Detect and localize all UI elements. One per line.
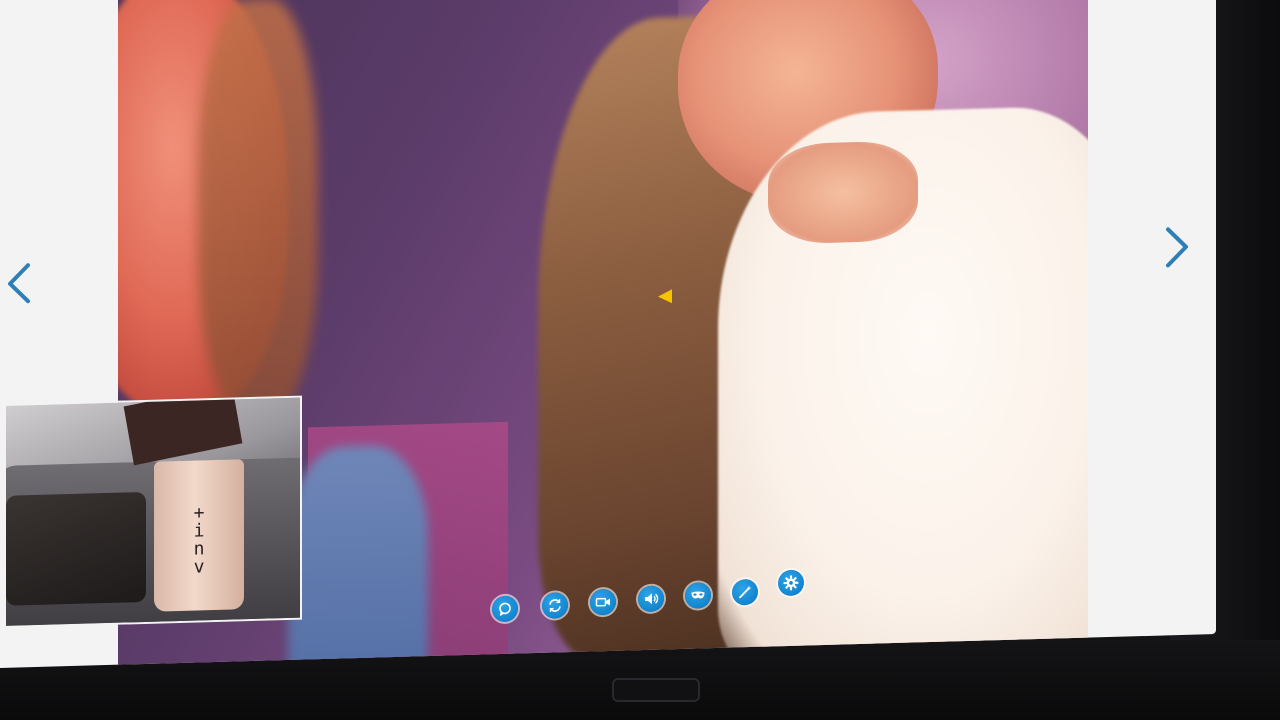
next-arrow-button[interactable]	[1160, 225, 1194, 270]
previous-arrow-button[interactable]	[4, 261, 38, 306]
chat-button[interactable]	[492, 595, 518, 623]
mask-icon	[691, 591, 705, 599]
bag	[6, 491, 146, 606]
speaker-icon	[645, 593, 659, 605]
effects-button[interactable]	[732, 578, 758, 606]
refresh-icon	[549, 599, 561, 612]
video-camera-icon	[595, 597, 610, 607]
local-camera-preview: + i n v	[4, 395, 302, 628]
gear-icon	[783, 575, 799, 591]
monitor-home-button[interactable]	[612, 678, 700, 702]
cup: + i n v	[154, 459, 244, 612]
chat-bubble-icon	[499, 602, 511, 616]
magic-wand-icon	[739, 585, 752, 599]
video-toggle-button[interactable]	[590, 588, 616, 616]
chevron-left-icon	[8, 263, 30, 304]
audio-toggle-button[interactable]	[638, 585, 664, 613]
mask-button[interactable]	[685, 582, 711, 609]
mouse-cursor-icon	[658, 289, 672, 304]
chevron-right-icon	[1166, 227, 1188, 268]
settings-button[interactable]	[778, 569, 804, 597]
switch-camera-button[interactable]	[542, 592, 568, 619]
video-chat-screen: + i n v	[0, 0, 1216, 668]
cup-text: + i n v	[193, 502, 205, 578]
photo-of-monitor: + i n v	[0, 0, 1280, 720]
